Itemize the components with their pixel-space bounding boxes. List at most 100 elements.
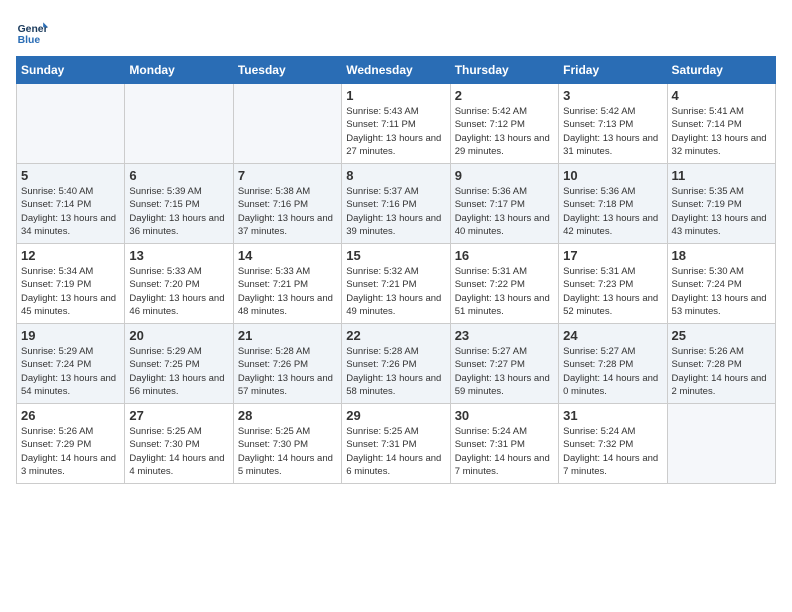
day-header-friday: Friday xyxy=(559,57,667,84)
day-header-saturday: Saturday xyxy=(667,57,775,84)
day-number: 9 xyxy=(455,168,554,183)
day-number: 6 xyxy=(129,168,228,183)
day-info: Sunrise: 5:32 AMSunset: 7:21 PMDaylight:… xyxy=(346,265,445,318)
calendar-cell xyxy=(233,84,341,164)
day-info: Sunrise: 5:39 AMSunset: 7:15 PMDaylight:… xyxy=(129,185,228,238)
day-info: Sunrise: 5:42 AMSunset: 7:12 PMDaylight:… xyxy=(455,105,554,158)
header: General Blue xyxy=(16,16,776,48)
day-info: Sunrise: 5:24 AMSunset: 7:31 PMDaylight:… xyxy=(455,425,554,478)
day-info: Sunrise: 5:33 AMSunset: 7:21 PMDaylight:… xyxy=(238,265,337,318)
day-number: 30 xyxy=(455,408,554,423)
day-info: Sunrise: 5:26 AMSunset: 7:28 PMDaylight:… xyxy=(672,345,771,398)
calendar-cell: 4Sunrise: 5:41 AMSunset: 7:14 PMDaylight… xyxy=(667,84,775,164)
day-number: 13 xyxy=(129,248,228,263)
calendar-cell: 3Sunrise: 5:42 AMSunset: 7:13 PMDaylight… xyxy=(559,84,667,164)
calendar-cell: 17 Sunrise: 5:31 AMSunset: 7:23 PMDayligh… xyxy=(559,244,667,324)
calendar-cell: 29 Sunrise: 5:25 AMSunset: 7:31 PMDayligh… xyxy=(342,404,450,484)
calendar-cell: 12Sunrise: 5:34 AMSunset: 7:19 PMDayligh… xyxy=(17,244,125,324)
day-info: Sunrise: 5:28 AMSunset: 7:26 PMDaylight:… xyxy=(238,345,337,398)
day-number: 4 xyxy=(672,88,771,103)
day-number: 1 xyxy=(346,88,445,103)
day-number: 11 xyxy=(672,168,771,183)
calendar-cell: 20 Sunrise: 5:29 AMSunset: 7:25 PMDayligh… xyxy=(125,324,233,404)
day-info: Sunrise: 5:25 AMSunset: 7:30 PMDaylight:… xyxy=(238,425,337,478)
calendar-week-5: 26Sunrise: 5:26 AMSunset: 7:29 PMDayligh… xyxy=(17,404,776,484)
calendar-cell: 14 Sunrise: 5:33 AMSunset: 7:21 PMDayligh… xyxy=(233,244,341,324)
day-number: 16 xyxy=(455,248,554,263)
day-number: 31 xyxy=(563,408,662,423)
day-header-wednesday: Wednesday xyxy=(342,57,450,84)
calendar-cell: 1 Sunrise: 5:43 AMSunset: 7:11 PMDaylight… xyxy=(342,84,450,164)
calendar-cell: 5 Sunrise: 5:40 AMSunset: 7:14 PMDaylight… xyxy=(17,164,125,244)
day-number: 17 xyxy=(563,248,662,263)
day-info: Sunrise: 5:27 AMSunset: 7:27 PMDaylight:… xyxy=(455,345,554,398)
calendar-cell: 26Sunrise: 5:26 AMSunset: 7:29 PMDayligh… xyxy=(17,404,125,484)
day-info: Sunrise: 5:31 AMSunset: 7:23 PMDaylight:… xyxy=(563,265,662,318)
day-info: Sunrise: 5:38 AMSunset: 7:16 PMDaylight:… xyxy=(238,185,337,238)
day-header-sunday: Sunday xyxy=(17,57,125,84)
day-info: Sunrise: 5:28 AMSunset: 7:26 PMDaylight:… xyxy=(346,345,445,398)
day-info: Sunrise: 5:30 AMSunset: 7:24 PMDaylight:… xyxy=(672,265,771,318)
day-number: 27 xyxy=(129,408,228,423)
calendar-cell: 31 Sunrise: 5:24 AMSunset: 7:32 PMDayligh… xyxy=(559,404,667,484)
calendar-cell: 18 Sunrise: 5:30 AMSunset: 7:24 PMDayligh… xyxy=(667,244,775,324)
day-info: Sunrise: 5:43 AMSunset: 7:11 PMDaylight:… xyxy=(346,105,445,158)
logo-icon: General Blue xyxy=(16,16,48,48)
calendar-week-4: 19 Sunrise: 5:29 AMSunset: 7:24 PMDayligh… xyxy=(17,324,776,404)
day-info: Sunrise: 5:25 AMSunset: 7:30 PMDaylight:… xyxy=(129,425,228,478)
calendar-cell: 10 Sunrise: 5:36 AMSunset: 7:18 PMDayligh… xyxy=(559,164,667,244)
calendar-cell: 9 Sunrise: 5:36 AMSunset: 7:17 PMDaylight… xyxy=(450,164,558,244)
day-number: 18 xyxy=(672,248,771,263)
calendar-cell: 23 Sunrise: 5:27 AMSunset: 7:27 PMDayligh… xyxy=(450,324,558,404)
calendar-cell xyxy=(17,84,125,164)
day-info: Sunrise: 5:26 AMSunset: 7:29 PMDaylight:… xyxy=(21,425,120,478)
day-number: 22 xyxy=(346,328,445,343)
day-info: Sunrise: 5:34 AMSunset: 7:19 PMDaylight:… xyxy=(21,265,120,318)
calendar-cell: 6 Sunrise: 5:39 AMSunset: 7:15 PMDaylight… xyxy=(125,164,233,244)
day-number: 10 xyxy=(563,168,662,183)
calendar-cell: 16 Sunrise: 5:31 AMSunset: 7:22 PMDayligh… xyxy=(450,244,558,324)
day-info: Sunrise: 5:35 AMSunset: 7:19 PMDaylight:… xyxy=(672,185,771,238)
day-header-monday: Monday xyxy=(125,57,233,84)
calendar-cell: 11 Sunrise: 5:35 AMSunset: 7:19 PMDayligh… xyxy=(667,164,775,244)
day-info: Sunrise: 5:24 AMSunset: 7:32 PMDaylight:… xyxy=(563,425,662,478)
calendar-header-row: SundayMondayTuesdayWednesdayThursdayFrid… xyxy=(17,57,776,84)
svg-text:Blue: Blue xyxy=(18,35,41,46)
day-info: Sunrise: 5:33 AMSunset: 7:20 PMDaylight:… xyxy=(129,265,228,318)
calendar-cell xyxy=(125,84,233,164)
day-info: Sunrise: 5:36 AMSunset: 7:18 PMDaylight:… xyxy=(563,185,662,238)
day-info: Sunrise: 5:29 AMSunset: 7:25 PMDaylight:… xyxy=(129,345,228,398)
calendar-cell: 28 Sunrise: 5:25 AMSunset: 7:30 PMDayligh… xyxy=(233,404,341,484)
calendar-cell: 13 Sunrise: 5:33 AMSunset: 7:20 PMDayligh… xyxy=(125,244,233,324)
day-info: Sunrise: 5:40 AMSunset: 7:14 PMDaylight:… xyxy=(21,185,120,238)
day-number: 24 xyxy=(563,328,662,343)
calendar-cell: 8Sunrise: 5:37 AMSunset: 7:16 PMDaylight… xyxy=(342,164,450,244)
day-number: 28 xyxy=(238,408,337,423)
day-number: 20 xyxy=(129,328,228,343)
day-info: Sunrise: 5:27 AMSunset: 7:28 PMDaylight:… xyxy=(563,345,662,398)
calendar-week-3: 12Sunrise: 5:34 AMSunset: 7:19 PMDayligh… xyxy=(17,244,776,324)
day-number: 25 xyxy=(672,328,771,343)
calendar-cell: 7Sunrise: 5:38 AMSunset: 7:16 PMDaylight… xyxy=(233,164,341,244)
day-number: 5 xyxy=(21,168,120,183)
day-number: 8 xyxy=(346,168,445,183)
calendar-cell: 30 Sunrise: 5:24 AMSunset: 7:31 PMDayligh… xyxy=(450,404,558,484)
calendar-cell: 24 Sunrise: 5:27 AMSunset: 7:28 PMDayligh… xyxy=(559,324,667,404)
calendar-cell: 15Sunrise: 5:32 AMSunset: 7:21 PMDayligh… xyxy=(342,244,450,324)
day-info: Sunrise: 5:29 AMSunset: 7:24 PMDaylight:… xyxy=(21,345,120,398)
calendar-cell: 22 Sunrise: 5:28 AMSunset: 7:26 PMDayligh… xyxy=(342,324,450,404)
calendar-cell: 2 Sunrise: 5:42 AMSunset: 7:12 PMDaylight… xyxy=(450,84,558,164)
calendar-week-2: 5 Sunrise: 5:40 AMSunset: 7:14 PMDaylight… xyxy=(17,164,776,244)
day-info: Sunrise: 5:25 AMSunset: 7:31 PMDaylight:… xyxy=(346,425,445,478)
calendar-table: SundayMondayTuesdayWednesdayThursdayFrid… xyxy=(16,56,776,484)
day-number: 2 xyxy=(455,88,554,103)
day-number: 23 xyxy=(455,328,554,343)
calendar-cell: 25 Sunrise: 5:26 AMSunset: 7:28 PMDayligh… xyxy=(667,324,775,404)
day-number: 3 xyxy=(563,88,662,103)
day-number: 19 xyxy=(21,328,120,343)
day-info: Sunrise: 5:36 AMSunset: 7:17 PMDaylight:… xyxy=(455,185,554,238)
day-number: 14 xyxy=(238,248,337,263)
day-info: Sunrise: 5:31 AMSunset: 7:22 PMDaylight:… xyxy=(455,265,554,318)
logo: General Blue xyxy=(16,16,48,48)
day-number: 29 xyxy=(346,408,445,423)
